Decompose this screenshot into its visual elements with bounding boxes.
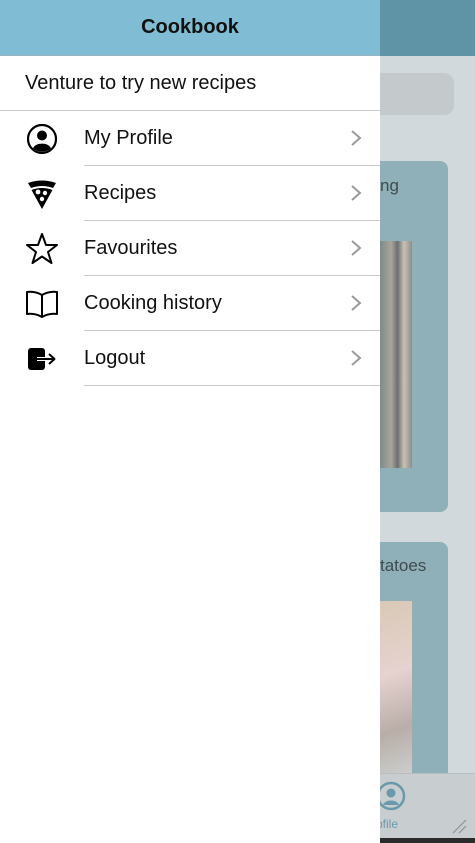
chevron-right-icon [351, 295, 362, 311]
drawer-header: Cookbook [0, 0, 380, 56]
user-circle-icon [26, 123, 58, 154]
menu-item-cooking-history[interactable]: Cooking history [0, 276, 380, 331]
navigation-drawer: Cookbook Venture to try new recipes My P… [0, 0, 380, 843]
logout-icon [28, 347, 56, 370]
menu-item-label: Recipes [84, 181, 157, 204]
resize-handle-icon [452, 819, 467, 834]
recipe-card-title: tatoes [380, 556, 427, 575]
menu-item-my-profile[interactable]: My Profile [0, 111, 380, 166]
menu-item-label: Logout [84, 346, 146, 369]
chevron-right-icon [351, 185, 362, 201]
menu-item-logout[interactable]: Logout [0, 331, 380, 386]
pizza-slice-icon [28, 180, 56, 209]
drawer-subtitle: Venture to try new recipes [0, 56, 380, 111]
menu-item-label: Favourites [84, 236, 178, 259]
menu-item-label: My Profile [84, 126, 173, 149]
profile-tab-icon [376, 781, 406, 811]
chevron-right-icon [351, 350, 362, 366]
recipe-card-title: ng [380, 176, 399, 195]
recipe-card-photo [380, 601, 412, 782]
menu-item-favourites[interactable]: Favourites [0, 221, 380, 276]
open-book-icon [26, 290, 58, 318]
recipe-card-photo [380, 241, 412, 468]
drawer-title: Cookbook [141, 16, 239, 38]
menu-item-recipes[interactable]: Recipes [0, 166, 380, 221]
chevron-right-icon [351, 130, 362, 146]
menu-item-label: Cooking history [84, 291, 222, 314]
chevron-right-icon [351, 240, 362, 256]
star-icon [26, 232, 58, 264]
